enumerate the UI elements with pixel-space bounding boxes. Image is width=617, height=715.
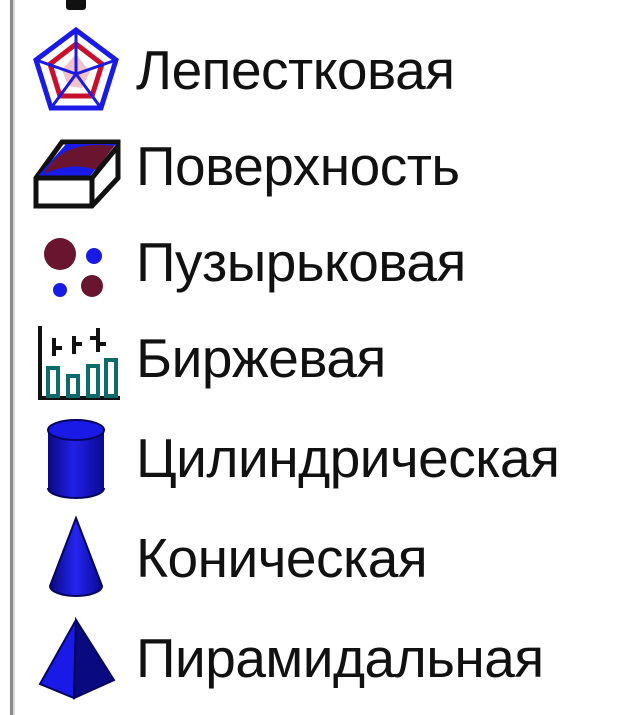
chart-type-list: Лепестковая Поверхность Пузырьковая Бирж… [0, 0, 617, 715]
previous-item-icon-fragment [66, 0, 86, 10]
list-item-bubble[interactable]: Пузырьковая [26, 214, 616, 310]
list-item-label: Лепестковая [136, 38, 455, 101]
list-item-pyramid[interactable]: Пирамидальная [26, 610, 616, 706]
list-item-surface[interactable]: Поверхность [26, 118, 616, 214]
list-item-label: Коническая [136, 526, 428, 589]
list-item-label: Поверхность [136, 134, 460, 197]
list-item-label: Биржевая [136, 326, 386, 389]
stock-chart-icon [26, 310, 126, 406]
list-item-radar[interactable]: Лепестковая [26, 22, 616, 118]
surface-chart-icon [26, 118, 126, 214]
cylinder-chart-icon [26, 410, 126, 506]
list-item-label: Пузырьковая [136, 230, 466, 293]
radar-chart-icon [26, 22, 126, 118]
cone-chart-icon [26, 510, 126, 606]
list-item-label: Цилиндрическая [136, 426, 560, 489]
list-item-cone[interactable]: Коническая [26, 510, 616, 606]
list-item-cylinder[interactable]: Цилиндрическая [26, 410, 616, 506]
pyramid-chart-icon [26, 610, 126, 706]
list-left-border-highlight [13, 0, 15, 715]
list-item-label: Пирамидальная [136, 626, 544, 689]
list-item-stock[interactable]: Биржевая [26, 310, 616, 406]
bubble-chart-icon [26, 214, 126, 310]
